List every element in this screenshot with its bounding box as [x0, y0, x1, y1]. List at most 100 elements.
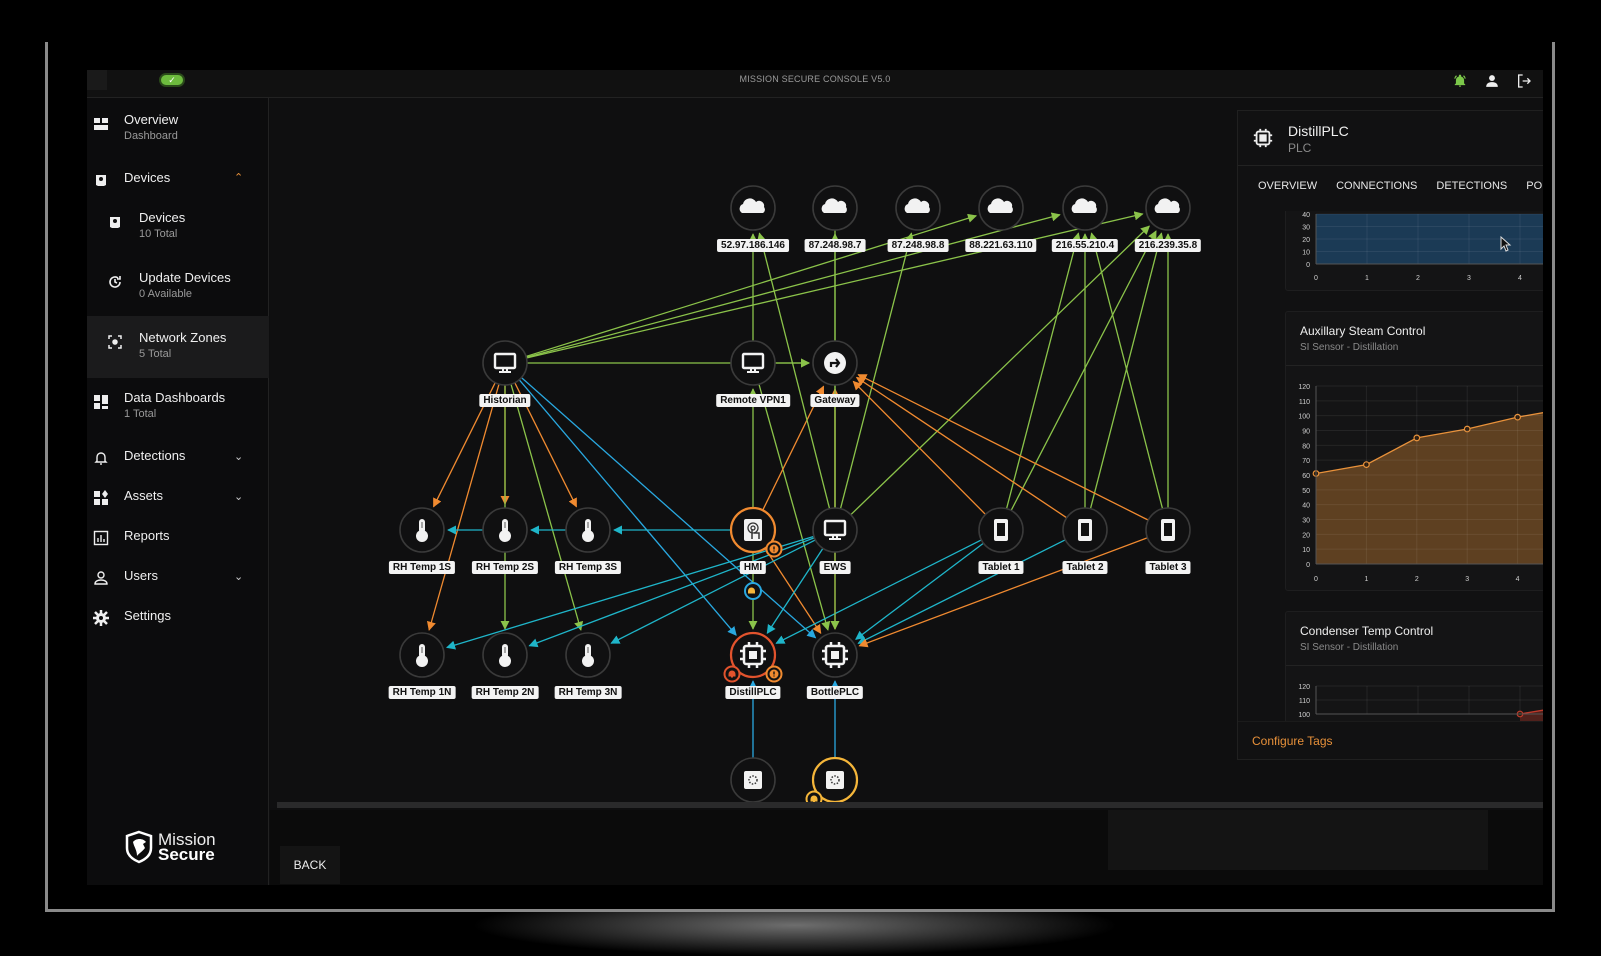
node-historian[interactable] — [482, 340, 528, 386]
y-tick-label: 70 — [1302, 458, 1310, 465]
top-bar: ✓ MISSION SECURE CONSOLE V5.0 — [87, 70, 1543, 98]
node-rh3n[interactable] — [565, 632, 611, 678]
edge-historian-bottle — [521, 377, 817, 639]
node-vpn[interactable] — [730, 340, 776, 386]
user-icon — [93, 570, 109, 586]
node-label: RH Temp 2N — [471, 686, 539, 699]
y-tick-label: 120 — [1298, 684, 1310, 691]
node-label: 87.248.98.8 — [887, 239, 949, 252]
y-tick-label: 60 — [1302, 473, 1310, 480]
sidebar-item-label: Assets — [124, 488, 164, 503]
edge-ews-rh3n — [610, 539, 816, 644]
sidebar-item-count: Dashboard — [124, 130, 178, 142]
tab-connections[interactable]: CONNECTIONS — [1336, 166, 1424, 206]
tab-policies[interactable]: POLICIES — [1526, 166, 1543, 206]
sidebar-item-devices[interactable]: Devices 10 Total — [87, 210, 269, 250]
y-tick-label: 40 — [1302, 212, 1310, 219]
logout-icon[interactable] — [1515, 72, 1533, 90]
node-c2[interactable] — [812, 185, 858, 231]
bell-icon[interactable] — [1451, 72, 1469, 90]
node-rh2s[interactable] — [482, 507, 528, 553]
tags-scroll-area[interactable]: 010203040012345 Auxillary Steam ControlS… — [1238, 211, 1543, 721]
node-c5[interactable] — [1062, 185, 1108, 231]
y-tick-label: 90 — [1302, 429, 1310, 436]
node-rh2n[interactable] — [482, 632, 528, 678]
sidebar-item-label: Overview — [124, 112, 179, 127]
mission-secure-logo: Mission Secure — [124, 830, 216, 864]
node-label: 87.248.98.7 — [804, 239, 866, 252]
device-icon — [93, 172, 109, 188]
alert-bell-icon[interactable] — [723, 665, 741, 683]
node-label: Tablet 3 — [1145, 561, 1191, 574]
node-rh3s[interactable] — [565, 507, 611, 553]
node-hmi[interactable] — [729, 506, 783, 558]
sidebar-item-users[interactable]: Users ⌄ — [87, 568, 269, 592]
sidebar-item-update-devices[interactable]: Update Devices 0 Available — [87, 270, 269, 310]
node-label: RH Temp 1N — [388, 686, 456, 699]
canvas-scrollbar[interactable] — [277, 802, 1543, 808]
node-bottle[interactable] — [812, 632, 858, 678]
sidebar-item-devices[interactable]: Devices ⌃ — [87, 170, 269, 194]
tag-card-subtitle: SI Sensor - Distillation — [1300, 342, 1399, 353]
edge-alert-bell-icon[interactable] — [744, 582, 762, 600]
tablet-icon — [1078, 519, 1092, 541]
assets-icon — [93, 490, 109, 506]
tag-card-title: Auxillary Steam Control — [1300, 324, 1426, 338]
zone-icon — [107, 334, 123, 350]
sidebar-item-overview[interactable]: Overview Dashboard — [87, 112, 269, 152]
sidebar-item-network-zones[interactable]: Network Zones 5 Total — [87, 316, 269, 378]
sidebar-item-data-dashboards[interactable]: Data Dashboards 1 Total — [87, 390, 269, 430]
x-tick-label: 1 — [1365, 275, 1369, 282]
chevron-down-icon[interactable]: ⌄ — [234, 570, 243, 583]
plc-icon — [740, 642, 766, 668]
shield-logo-icon — [125, 830, 153, 864]
node-label: Historian — [479, 394, 531, 407]
sidebar-item-reports[interactable]: Reports — [87, 528, 269, 552]
y-tick-label: 80 — [1302, 443, 1310, 450]
node-label: RH Temp 2S — [471, 561, 539, 574]
node-ews[interactable] — [812, 507, 858, 553]
tag-chart-2: 100 110 120 — [1298, 684, 1543, 721]
node-distill[interactable] — [723, 631, 783, 683]
warning-badge-icon[interactable] — [765, 540, 783, 558]
node-t2[interactable] — [1062, 507, 1108, 553]
node-t1[interactable] — [978, 507, 1024, 553]
back-button[interactable]: BACK — [280, 846, 340, 884]
y-tick-label: 10 — [1302, 547, 1310, 554]
node-t3[interactable] — [1145, 507, 1191, 553]
warning-badge-icon[interactable] — [765, 665, 783, 683]
sidebar-item-settings[interactable]: Settings — [87, 608, 269, 632]
sidebar-item-count: 1 Total — [124, 408, 157, 420]
tag-chart-1: 0102030405060708090100110120012345 — [1298, 384, 1543, 583]
node-c4[interactable] — [978, 185, 1024, 231]
user-icon[interactable] — [1483, 72, 1501, 90]
node-rh1s[interactable] — [399, 507, 445, 553]
x-tick-label: 3 — [1467, 275, 1471, 282]
chevron-down-icon[interactable]: ⌄ — [234, 450, 243, 463]
node-label: Remote VPN1 — [716, 394, 790, 407]
tag-card-auxillary-steam: Auxillary Steam Control SI Sensor - Disti… — [1285, 311, 1543, 591]
node-c1[interactable] — [730, 185, 776, 231]
sidebar-item-assets[interactable]: Assets ⌄ — [87, 488, 269, 512]
node-pump2[interactable] — [805, 756, 859, 808]
tag-card-title: Condenser Temp Control — [1300, 624, 1434, 638]
tablet-icon — [1161, 519, 1175, 541]
tab-detections[interactable]: DETECTIONS — [1436, 166, 1514, 206]
node-rh1n[interactable] — [399, 632, 445, 678]
y-tick-label: 10 — [1302, 250, 1310, 257]
dashboard-icon — [93, 116, 109, 132]
chevron-down-icon[interactable]: ⌄ — [234, 490, 243, 503]
edge-historian-c5 — [526, 212, 1061, 358]
tab-overview[interactable]: OVERVIEW — [1258, 166, 1324, 206]
edge-historian-rh1n — [426, 383, 500, 631]
node-label: RH Temp 3S — [554, 561, 622, 574]
node-c6[interactable] — [1145, 185, 1191, 231]
sidebar-item-detections[interactable]: Detections ⌄ — [87, 448, 269, 472]
node-pump1[interactable] — [730, 757, 776, 803]
node-c3[interactable] — [895, 185, 941, 231]
chevron-up-icon[interactable]: ⌃ — [234, 171, 243, 184]
node-gateway[interactable] — [812, 340, 858, 386]
y-tick-label: 0 — [1306, 262, 1310, 269]
y-tick-label: 100 — [1298, 712, 1310, 719]
configure-tags-link[interactable]: Configure Tags — [1252, 734, 1333, 748]
